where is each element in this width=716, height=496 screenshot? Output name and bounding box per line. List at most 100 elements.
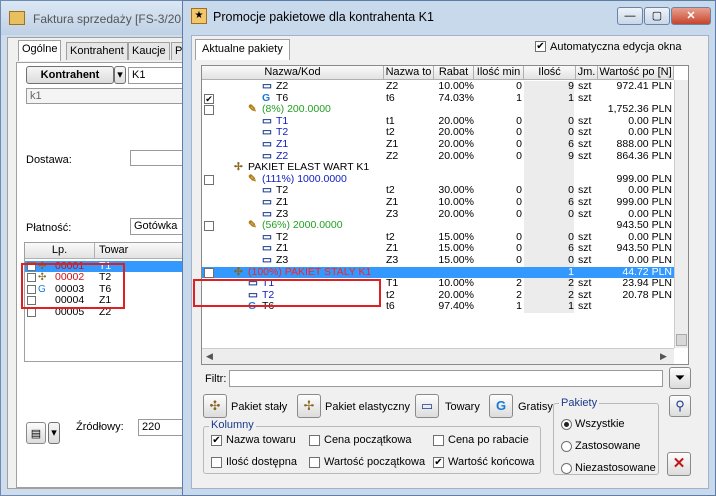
package-row[interactable]: ▭ Z1 Z1 20.00% 0 6 szt 888.00 PLN	[202, 139, 674, 151]
tab-ogolne[interactable]: Ogólne	[18, 40, 62, 61]
minimize-button[interactable]: —	[617, 7, 643, 25]
column-checkbox[interactable]: ✔	[433, 457, 444, 468]
pakiety-radio[interactable]	[561, 463, 572, 474]
cell-jm	[578, 220, 598, 232]
cell-jm	[578, 267, 598, 279]
column-checkbox[interactable]: ✔	[211, 435, 222, 446]
auto-edit-checkbox[interactable]: ✔	[535, 41, 546, 52]
package-row[interactable]: ▭ Z3 Z3 15.00% 0 0 szt 0.00 PLN	[202, 255, 674, 267]
kontrahent-name-field[interactable]: k1	[26, 88, 198, 104]
cell-n2: t2	[386, 185, 395, 197]
cell-n2: T1	[386, 278, 399, 290]
cell-war: 23.94 PLN	[622, 278, 672, 290]
package-row[interactable]: ▭ Z2 Z2 20.00% 0 9 szt 864.36 PLN	[202, 150, 674, 163]
package-row[interactable]: ✎ (56%) 2000.0000 943.50 PLN	[202, 220, 674, 232]
kontrahent-button[interactable]: Kontrahent	[26, 66, 114, 84]
cell-name: (56%) 2000.0000	[262, 220, 343, 232]
grid-vertical-scrollbar[interactable]	[674, 80, 688, 348]
package-checkbox[interactable]: ✔	[204, 93, 214, 104]
package-checkbox[interactable]	[204, 174, 214, 185]
package-row[interactable]: ▭ T2 t2 30.00% 0 0 szt 0.00 PLN	[202, 185, 674, 197]
cell-min: 0	[516, 81, 522, 92]
col-nazwa-to[interactable]: Nazwa to	[384, 66, 434, 80]
cell-il: 1	[524, 92, 574, 105]
cell-n2: Z3	[386, 208, 399, 220]
package-checkbox[interactable]	[204, 105, 214, 116]
pakiet-staly-icon: ✣	[203, 394, 227, 418]
grid-horizontal-scrollbar[interactable]: ◀ ▶	[202, 348, 674, 364]
product-icon: ▭	[262, 115, 272, 127]
filtr-input[interactable]	[229, 370, 663, 387]
cell-n2	[386, 267, 434, 279]
cell-min	[474, 220, 522, 232]
cell-il	[524, 220, 574, 232]
cell-jm: szt	[578, 115, 592, 127]
cell-war: 1,752.36 PLN	[607, 104, 672, 116]
col-ilosc[interactable]: Ilość	[524, 66, 576, 80]
cell-war: 943.50 PLN	[616, 243, 672, 255]
cell-min: 0	[516, 150, 522, 162]
filter-icon[interactable]: ⏷	[669, 367, 691, 389]
highlight-box-items	[21, 263, 125, 309]
col-lp[interactable]: Lp.	[25, 243, 95, 259]
cancel-x-icon[interactable]: ✕	[667, 452, 691, 476]
package-row[interactable]: ▭ T2 t2 15.00% 0 0 szt 0.00 PLN	[202, 231, 674, 244]
scroll-left-icon[interactable]: ◀	[206, 351, 213, 362]
cell-rabat: 15.00%	[438, 255, 474, 266]
package-row[interactable]: ✔ G T6 t6 74.03% 1 1 szt	[202, 92, 674, 105]
pakiety-radio[interactable]	[561, 419, 572, 430]
cell-min: 2	[516, 289, 522, 301]
zoom-search-icon[interactable]: ⚲	[669, 395, 691, 417]
tab-kaucje[interactable]: Kaucje	[128, 42, 170, 60]
cell-jm	[578, 174, 598, 186]
package-checkbox[interactable]	[204, 221, 214, 232]
column-checkbox[interactable]	[309, 457, 320, 468]
tab-kontrahent[interactable]: Kontrahent	[66, 42, 128, 60]
package-row[interactable]: ✎ (111%) 1000.0000 999.00 PLN	[202, 173, 674, 186]
col-jm[interactable]: Jm.	[576, 66, 598, 80]
cell-war: 999.00 PLN	[616, 173, 672, 185]
cell-n2	[386, 174, 434, 186]
package-row[interactable]: ✎ (8%) 200.0000 1,752.36 PLN	[202, 104, 674, 116]
package-row[interactable]: ▭ Z2 Z2 10.00% 0 9 szt 972.41 PLN	[202, 81, 674, 93]
cell-min: 0	[516, 197, 522, 208]
package-row[interactable]: ▭ Z1 Z1 15.00% 0 6 szt 943.50 PLN	[202, 243, 674, 255]
scroll-thumb[interactable]	[676, 334, 687, 346]
package-row[interactable]: ✔ ✣ (100%) PAKIET STALY K1 1 44.72 PLN	[202, 266, 674, 279]
document-dropdown-icon[interactable]: ▾	[48, 422, 60, 444]
promo-titlebar: ★ Promocje pakietowe dla kontrahenta K1 …	[183, 1, 715, 33]
package-row[interactable]: ▭ Z3 Z3 20.00% 0 0 szt 0.00 PLN	[202, 208, 674, 221]
column-checkbox[interactable]	[211, 457, 222, 468]
pakiety-radio[interactable]	[561, 441, 572, 452]
close-button[interactable]: ✕	[671, 7, 711, 25]
cell-name: T2	[276, 185, 289, 197]
scroll-right-icon[interactable]: ▶	[660, 351, 667, 362]
col-ilosc-min[interactable]: Ilość min	[474, 66, 524, 80]
towary-icon: ▭	[415, 394, 439, 418]
maximize-button[interactable]: ▢	[644, 7, 670, 25]
kontrahent-dropdown-icon[interactable]: ▾	[114, 66, 126, 84]
tab-aktualne-pakiety[interactable]: Aktualne pakiety	[195, 39, 290, 60]
package-row[interactable]: ▭ T1 t1 20.00% 0 0 szt 0.00 PLN	[202, 115, 674, 128]
document-icon[interactable]: ▤	[26, 422, 46, 444]
column-checkbox[interactable]	[433, 435, 444, 446]
package-checkbox[interactable]: ✔	[204, 267, 214, 278]
package-row[interactable]: ✢ PAKIET ELAST WART K1	[202, 162, 674, 174]
package-row[interactable]: ▭ Z1 Z1 10.00% 0 6 szt 999.00 PLN	[202, 197, 674, 209]
cell-jm	[578, 162, 598, 174]
cell-war	[598, 162, 672, 174]
promo-title: Promocje pakietowe dla kontrahenta K1	[213, 10, 434, 24]
cell-name: Z1	[276, 197, 289, 208]
col-rabat[interactable]: Rabat	[434, 66, 474, 80]
cell-n2: Z1	[386, 197, 399, 208]
cell-il	[524, 104, 574, 116]
col-wartosc[interactable]: Wartość po [N]	[598, 66, 674, 80]
product-icon: ▭	[262, 231, 272, 243]
column-checkbox[interactable]	[309, 435, 320, 446]
package-row[interactable]: ▭ T2 t2 20.00% 0 0 szt 0.00 PLN	[202, 127, 674, 139]
package-icon: ✣	[234, 266, 243, 278]
cell-min: 0	[516, 185, 522, 197]
product-icon: ▭	[262, 81, 272, 92]
col-nazwa-kod[interactable]: Nazwa/Kod	[202, 66, 384, 80]
promo-app-icon: ★	[191, 8, 207, 24]
